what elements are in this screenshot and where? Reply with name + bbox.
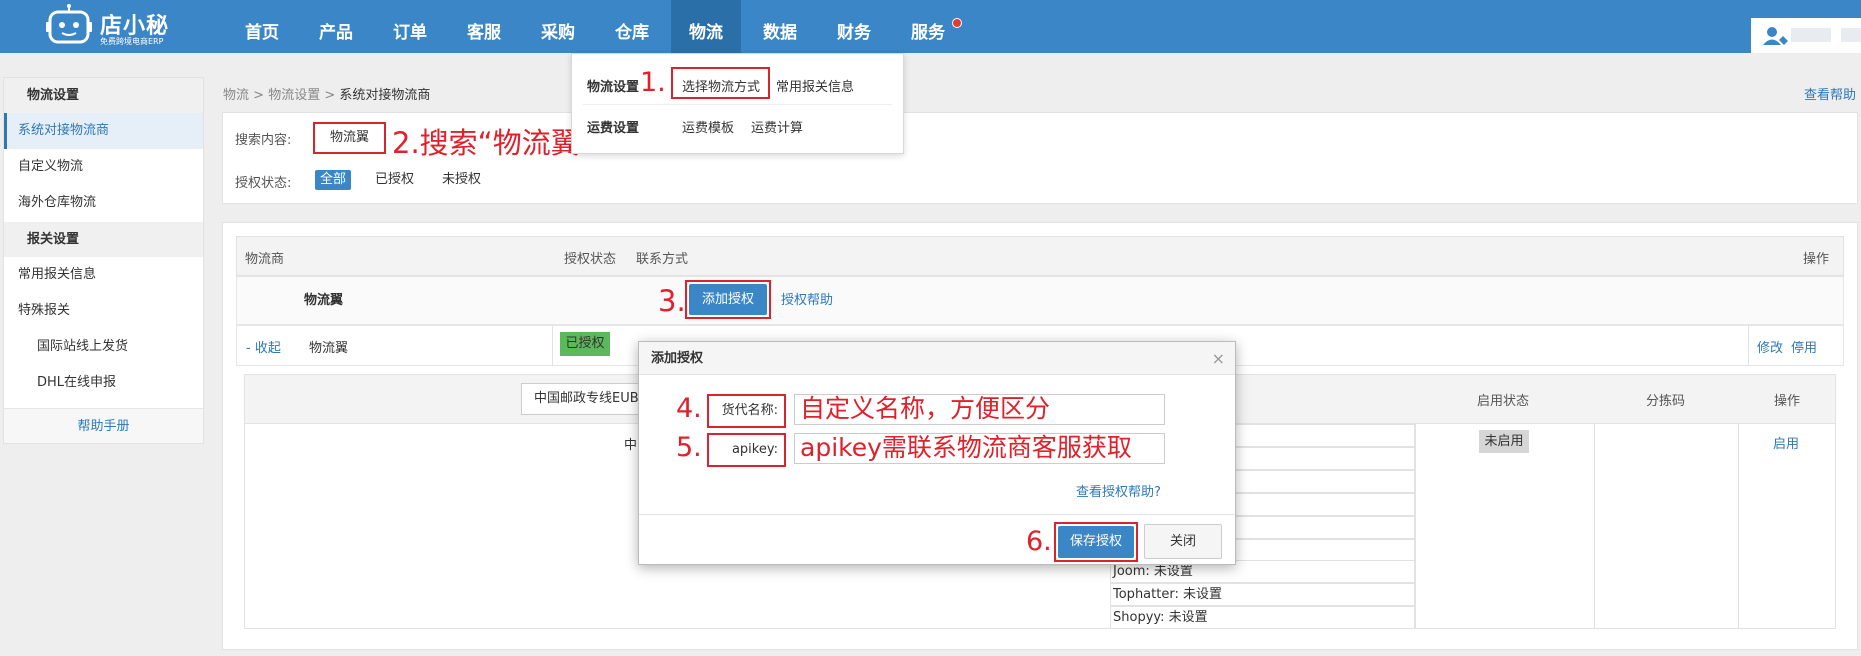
dropdown-freight-template[interactable]: 运费模板 [682, 117, 734, 136]
save-auth-button[interactable]: 保存授权 [1058, 526, 1134, 558]
th-carrier: 物流商 [245, 252, 285, 267]
user-extra-blur [1841, 28, 1861, 42]
th-sort-code: 分拣码 [1646, 394, 1686, 409]
nav-service[interactable]: 客服 [454, 0, 514, 53]
user-menu[interactable] [1751, 18, 1861, 53]
sidebar-item-special-customs[interactable]: 特殊报关 [4, 293, 203, 329]
apikey-label: apikey: [707, 433, 786, 467]
channel-cell-text: 中 [624, 438, 638, 453]
annotation-step3: 3. [658, 284, 686, 318]
nav-warehouse[interactable]: 仓库 [602, 0, 662, 53]
sidebar-item-intl-shipping[interactable]: 国际站线上发货 [4, 329, 203, 365]
provider-name: 物流翼 [304, 293, 344, 308]
annotation-step5: 5. [676, 432, 702, 463]
platform-row-shopyy: Shopyy: 未设置 [1110, 606, 1415, 629]
nav-logistics[interactable]: 物流 [671, 0, 741, 53]
sidebar-group-customs: 报关设置 [4, 222, 203, 257]
filter-all[interactable]: 全部 [315, 170, 352, 190]
annotation-step4: 4. [676, 393, 702, 424]
nav-data[interactable]: 数据 [750, 0, 810, 53]
nav-services[interactable]: 服务 [898, 0, 958, 53]
sidebar-item-dhl-declare[interactable]: DHL在线申报 [4, 365, 203, 401]
breadcrumb-sep: > [253, 88, 265, 103]
sidebar-group-logistics: 物流设置 [4, 78, 203, 113]
th-contact: 联系方式 [636, 252, 689, 267]
breadcrumb-settings[interactable]: 物流设置 [268, 88, 320, 103]
sidebar: 物流设置 系统对接物流商 自定义物流 海外仓库物流 报关设置 常用报关信息 特殊… [3, 77, 204, 444]
table-header: 物流商 授权状态 联系方式 操作 [236, 236, 1844, 276]
th-actions: 操作 [1803, 252, 1830, 267]
dropdown-freight-calc[interactable]: 运费计算 [751, 117, 803, 136]
authorized-badge: 已授权 [560, 332, 610, 356]
sidebar-item-overseas-warehouse[interactable]: 海外仓库物流 [4, 185, 203, 221]
user-name-blur [1791, 28, 1831, 42]
breadcrumb-sep: > [324, 88, 336, 103]
dropdown-group-freight: 运费设置 [587, 121, 640, 136]
agent-name-input[interactable]: 自定义名称，方便区分 [794, 394, 1165, 425]
top-navbar: 店小秘 免费跨境电商ERP 首页 产品 订单 客服 采购 仓库 物流 数据 财务… [0, 0, 1861, 53]
search-input[interactable]: 物流翼 [313, 122, 386, 154]
view-help-link[interactable]: 查看帮助 [1804, 84, 1856, 103]
filter-unauthorized[interactable]: 未授权 [437, 170, 486, 190]
platform-row-tophatter: Tophatter: 未设置 [1110, 583, 1415, 606]
dropdown-group-logistics: 物流设置 [587, 80, 640, 95]
search-label: 搜索内容: [235, 133, 292, 148]
sidebar-item-custom-logistics[interactable]: 自定义物流 [4, 149, 203, 185]
dropdown-customs-info[interactable]: 常用报关信息 [776, 76, 854, 95]
sidebar-item-customs-info[interactable]: 常用报关信息 [4, 257, 203, 293]
modal-title: 添加授权 [639, 342, 1235, 375]
disable-link[interactable]: 停用 [1791, 337, 1817, 356]
brand-subtitle: 免费跨境电商ERP [100, 37, 164, 46]
nav-products[interactable]: 产品 [306, 0, 366, 53]
filter-authorized[interactable]: 已授权 [370, 170, 419, 190]
table-row: 物流翼 [236, 276, 1844, 325]
nav-orders[interactable]: 订单 [380, 0, 440, 53]
notification-dot [952, 18, 962, 28]
breadcrumb-current: 系统对接物流商 [339, 88, 431, 103]
nav-purchase[interactable]: 采购 [528, 0, 588, 53]
annotation-step1: 1. [640, 67, 666, 98]
apikey-input[interactable]: apikey需联系物流商客服获取 [794, 433, 1165, 464]
logo[interactable]: 店小秘 免费跨境电商ERP [46, 2, 176, 50]
auth-status-label: 授权状态: [235, 176, 292, 191]
nav-home[interactable]: 首页 [232, 0, 292, 53]
enable-link[interactable]: 启用 [1773, 433, 1799, 452]
dropdown-select-method[interactable]: 选择物流方式 [682, 76, 760, 95]
close-button[interactable]: 关闭 [1144, 524, 1222, 559]
close-icon[interactable]: × [1212, 342, 1225, 375]
edit-link[interactable]: 修改 [1757, 337, 1783, 356]
th-channel-actions: 操作 [1774, 394, 1801, 409]
auth-help-link[interactable]: 授权帮助 [781, 289, 833, 308]
agent-name-label: 货代名称: [707, 394, 786, 428]
user-icon [1763, 27, 1788, 45]
th-auth-status: 授权状态 [564, 252, 617, 267]
breadcrumb: 物流 > 物流设置 > 系统对接物流商 [223, 84, 430, 103]
breadcrumb-logistics[interactable]: 物流 [223, 88, 249, 103]
disabled-status-badge: 未启用 [1479, 430, 1529, 453]
annotation-step2: 2.搜索“物流翼” [392, 126, 595, 160]
sidebar-help-manual[interactable]: 帮助手册 [4, 408, 203, 443]
sidebar-item-system-carriers[interactable]: 系统对接物流商 [4, 113, 203, 149]
view-auth-help-link[interactable]: 查看授权帮助? [1076, 481, 1161, 500]
collapse-link[interactable]: - 收起 [246, 337, 281, 356]
nav-finance[interactable]: 财务 [824, 0, 884, 53]
robot-logo-icon [46, 4, 92, 44]
annotation-step6: 6. [1026, 526, 1052, 557]
th-enable-status: 启用状态 [1477, 394, 1530, 409]
row-carrier-name: 物流翼 [309, 341, 349, 356]
add-auth-button[interactable]: 添加授权 [689, 284, 767, 315]
